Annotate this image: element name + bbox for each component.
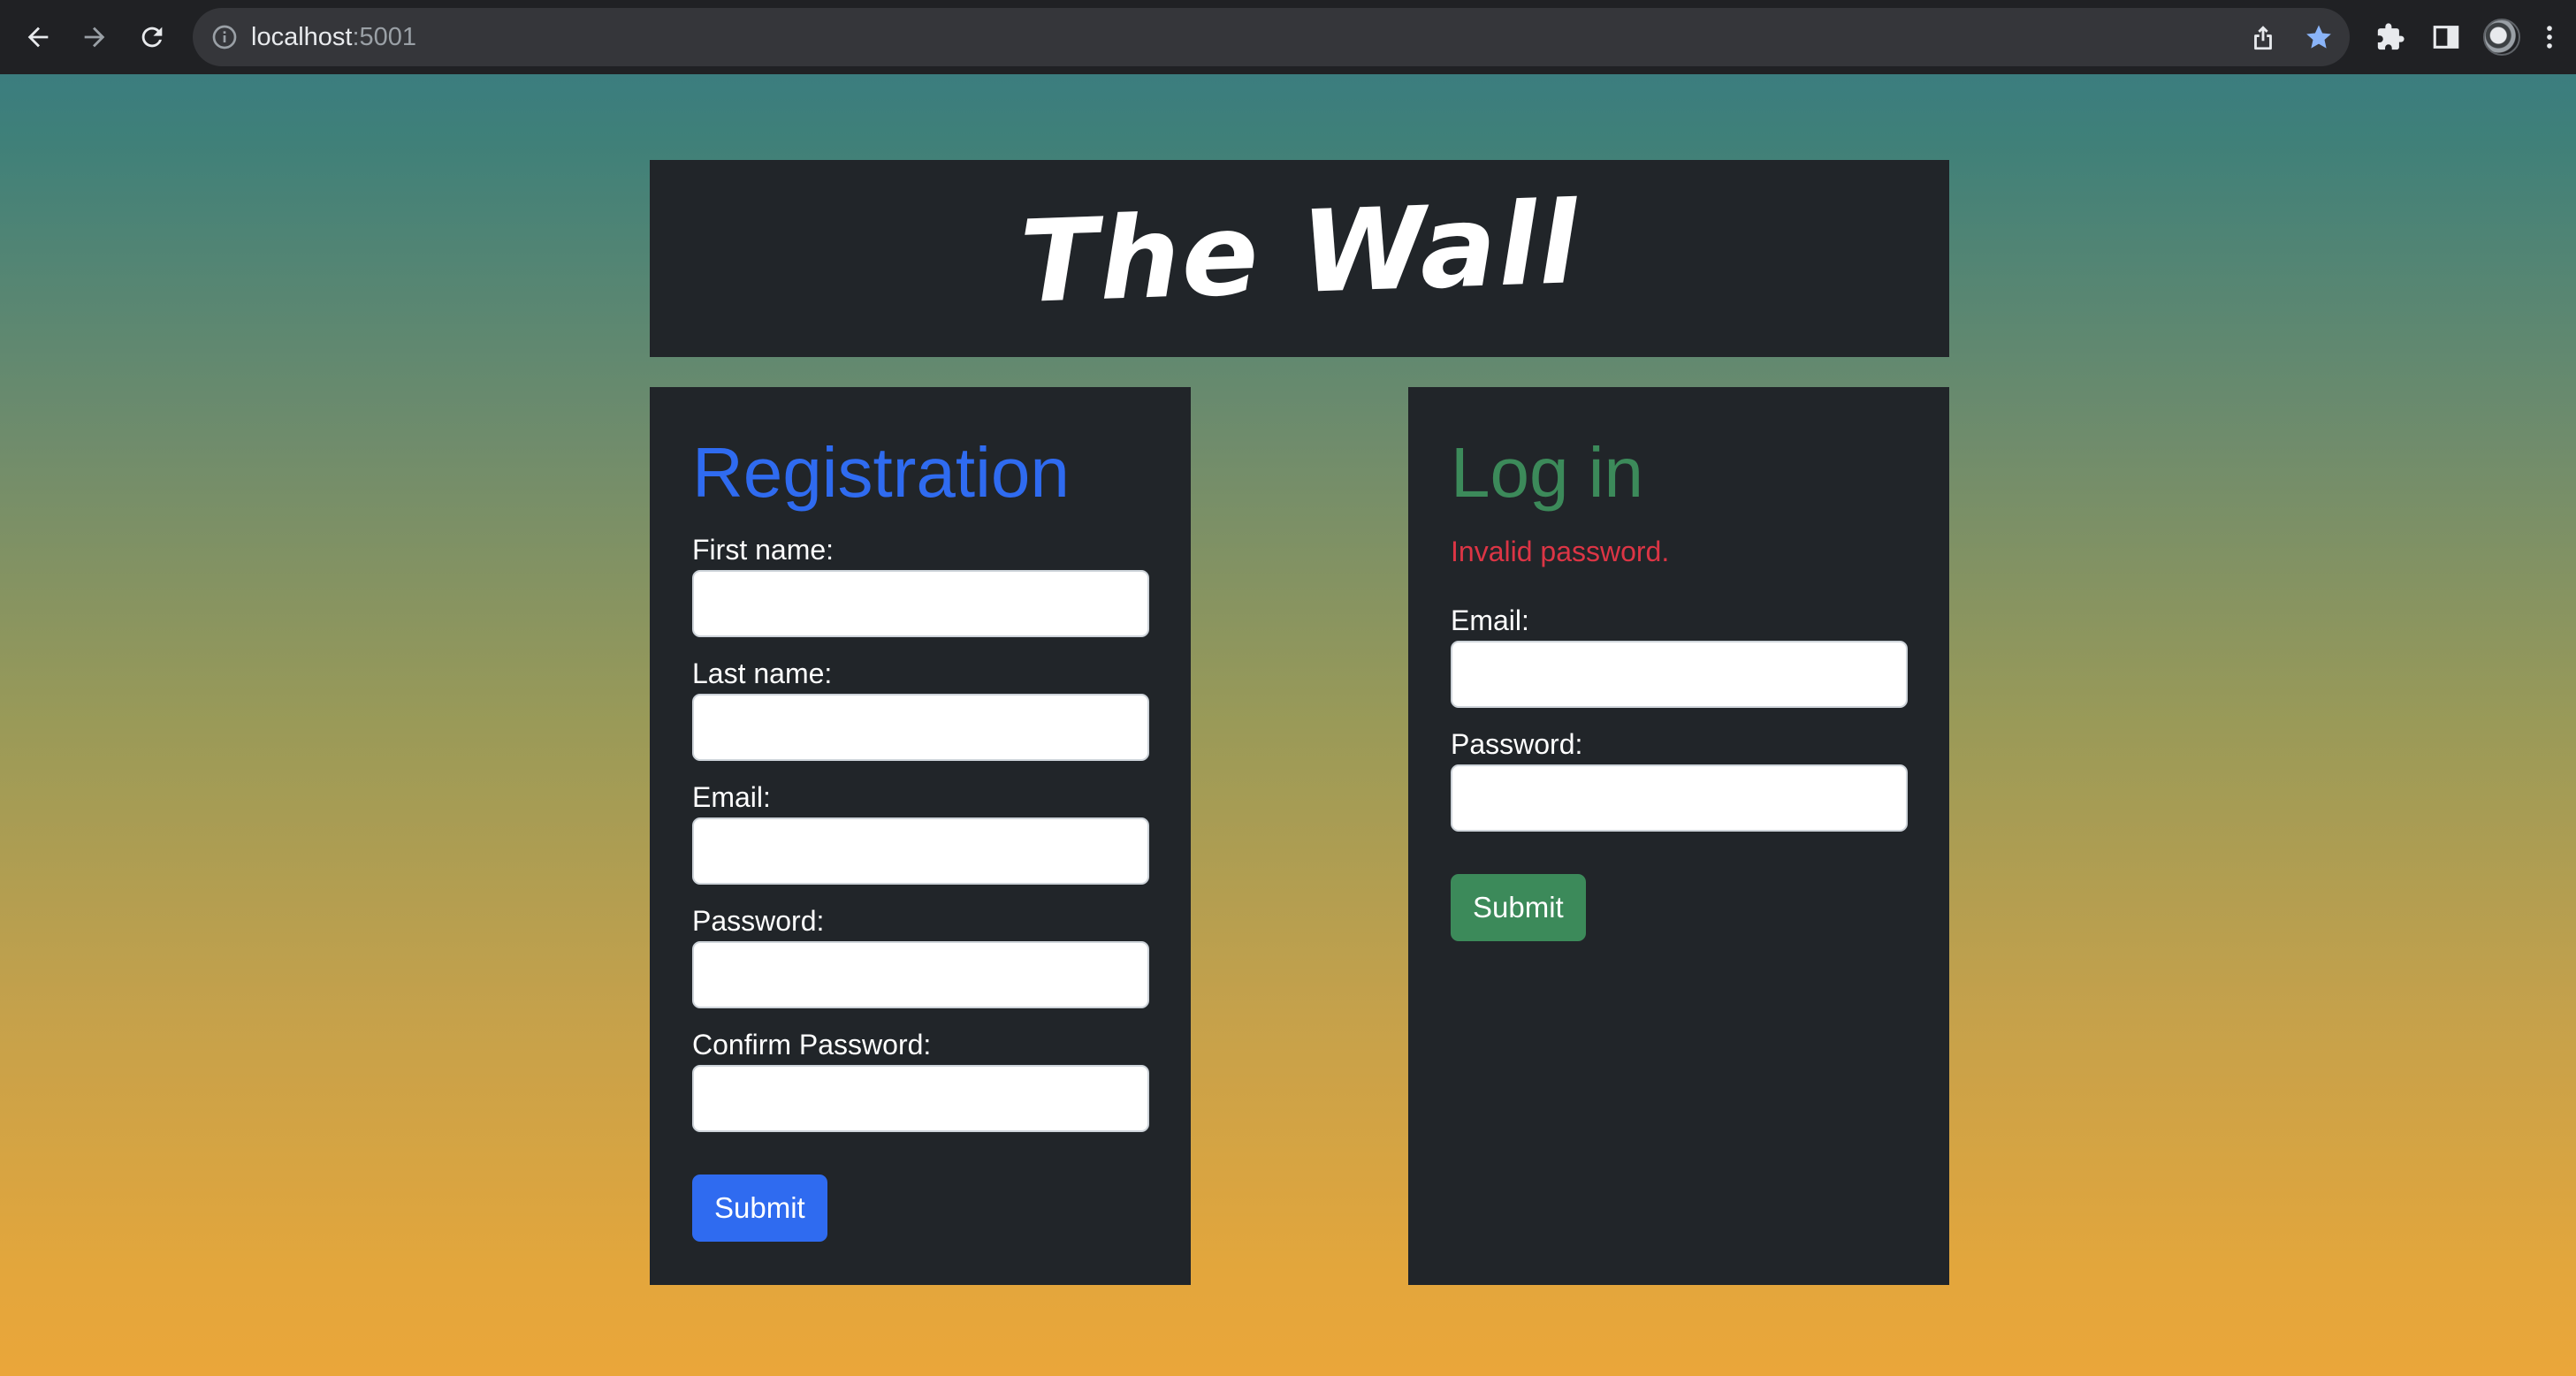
url-host: localhost (251, 23, 353, 51)
registration-panel: Registration First name: Last name: Emai… (650, 387, 1191, 1285)
registration-heading: Registration (692, 433, 1070, 512)
url-port: :5001 (352, 23, 417, 51)
extensions-button[interactable] (2368, 15, 2412, 59)
email-label: Email: (692, 781, 771, 813)
arrow-right-icon (84, 27, 105, 48)
register-submit-button[interactable]: Submit (692, 1175, 827, 1242)
forward-button[interactable] (72, 15, 117, 59)
menu-button[interactable] (2532, 15, 2567, 59)
login-email-label: Email: (1451, 604, 1529, 636)
side-panel-button[interactable] (2424, 15, 2468, 59)
address-bar[interactable]: localhost:5001 (193, 8, 2350, 66)
share-icon (2254, 26, 2272, 50)
first-name-input[interactable] (692, 570, 1149, 637)
star-icon (2306, 25, 2331, 49)
url-text[interactable]: localhost:5001 (251, 8, 416, 66)
password-label: Password: (692, 905, 825, 937)
avatar-icon (2483, 19, 2520, 56)
login-error-message: Invalid password. (1451, 536, 1670, 567)
page-body: The Wall Registration First name: Last n… (0, 74, 2576, 1376)
login-password-label: Password: (1451, 728, 1583, 760)
profile-button[interactable] (2480, 15, 2524, 59)
arrow-left-icon (27, 27, 49, 48)
reload-button[interactable] (130, 15, 174, 59)
password-input[interactable] (692, 941, 1149, 1008)
kebab-menu-icon (2547, 26, 2552, 49)
share-button[interactable] (2244, 19, 2282, 56)
login-panel: Log in Invalid password. Email: Password… (1408, 387, 1949, 1285)
info-icon[interactable] (210, 23, 239, 51)
last-name-label: Last name: (692, 658, 833, 689)
back-button[interactable] (16, 15, 60, 59)
browser-toolbar: localhost:5001 (0, 0, 2576, 74)
last-name-input[interactable] (692, 694, 1149, 761)
side-panel-icon (2433, 26, 2459, 49)
confirm-password-label: Confirm Password: (692, 1029, 932, 1061)
puzzle-icon (2377, 23, 2405, 50)
first-name-label: First name: (692, 534, 835, 566)
login-submit-button[interactable]: Submit (1451, 874, 1586, 941)
site-title: The Wall (1017, 178, 1581, 329)
bookmark-button[interactable] (2300, 19, 2337, 56)
login-heading: Log in (1451, 433, 1643, 512)
confirm-password-input[interactable] (692, 1065, 1149, 1132)
header-banner: The Wall (650, 160, 1949, 357)
login-password-input[interactable] (1451, 764, 1908, 832)
reload-icon (141, 27, 163, 48)
email-input[interactable] (692, 817, 1149, 885)
login-email-input[interactable] (1451, 641, 1908, 708)
